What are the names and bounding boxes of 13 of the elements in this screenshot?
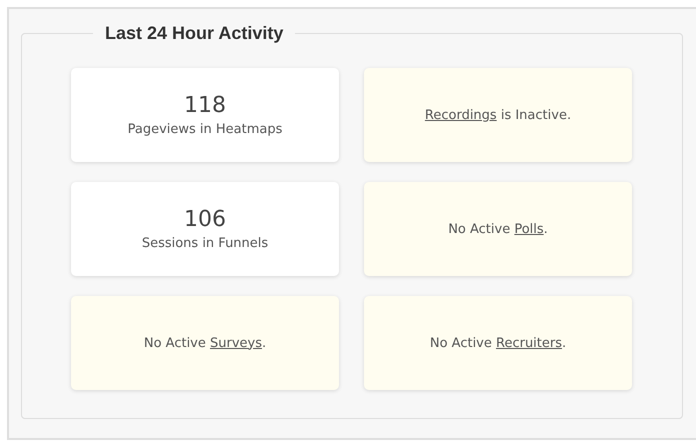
notice-text: Recordings is Inactive. <box>424 108 572 122</box>
stat-label: Pageviews in Heatmaps <box>128 122 282 137</box>
notice-text: No Active Recruiters. <box>430 336 566 350</box>
stat-label: Sessions in Funnels <box>142 236 268 251</box>
feature-link[interactable]: Recruiters <box>496 336 562 350</box>
feature-link[interactable]: Polls <box>514 222 544 236</box>
stat-value: 106 <box>184 207 226 232</box>
feature-link[interactable]: Surveys <box>210 336 262 350</box>
notice-text: No Active Polls. <box>448 222 548 236</box>
section-title: Last 24 Hour Activity <box>104 23 284 44</box>
stat-value: 118 <box>184 93 226 118</box>
notice-text: No Active Surveys. <box>144 336 266 350</box>
feature-link[interactable]: Recordings <box>424 108 497 122</box>
